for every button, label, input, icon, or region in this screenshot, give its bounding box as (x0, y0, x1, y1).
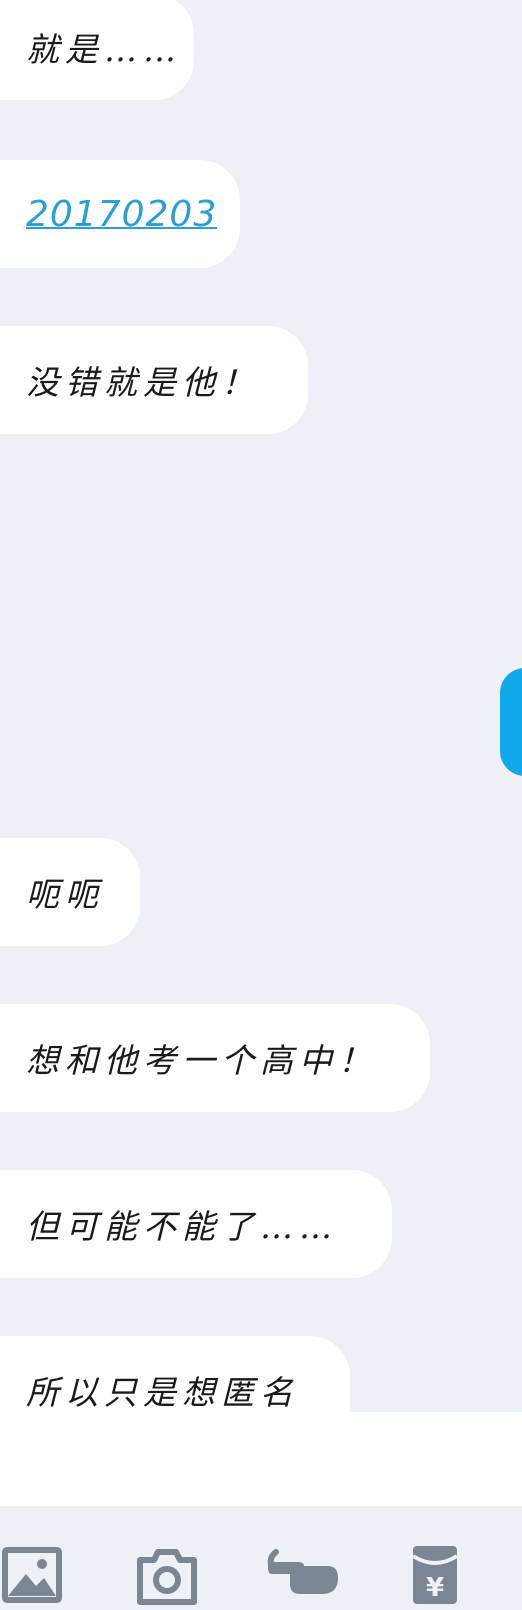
message-bubble[interactable]: 就是…… (0, 0, 194, 100)
poke-icon[interactable] (264, 1544, 340, 1606)
currency-symbol: ¥ (426, 1573, 444, 1603)
message-text: 所以只是想匿名 (26, 1373, 299, 1412)
sent-message-bubble-edge[interactable] (500, 668, 522, 776)
message-text: 没错就是他！ (26, 363, 260, 402)
message-bubble[interactable]: 所以只是想匿名 (0, 1336, 350, 1412)
message-bubble[interactable]: 呃呃 (0, 838, 140, 946)
message-bubble[interactable]: 想和他考一个高中！ (0, 1004, 430, 1112)
message-link[interactable]: 20170203 (26, 194, 217, 235)
camera-icon[interactable] (136, 1544, 198, 1606)
chat-message-list[interactable]: 就是…… 20170203 没错就是他！ 呃呃 想和他考一个高中！ 但可能不能了… (0, 0, 522, 1412)
message-text: 想和他考一个高中！ (26, 1041, 377, 1080)
message-text: 就是…… (26, 30, 182, 69)
message-text: 呃呃 (26, 875, 104, 914)
input-toolbar: ¥ (0, 1506, 522, 1610)
message-text: 但可能不能了…… (26, 1207, 338, 1246)
message-bubble[interactable]: 但可能不能了…… (0, 1170, 392, 1278)
message-bubble[interactable]: 没错就是他！ (0, 326, 308, 434)
image-icon[interactable] (2, 1544, 62, 1606)
red-packet-icon[interactable]: ¥ (410, 1544, 460, 1606)
message-bubble[interactable]: 20170203 (0, 160, 240, 268)
message-input-field[interactable] (0, 1412, 522, 1506)
